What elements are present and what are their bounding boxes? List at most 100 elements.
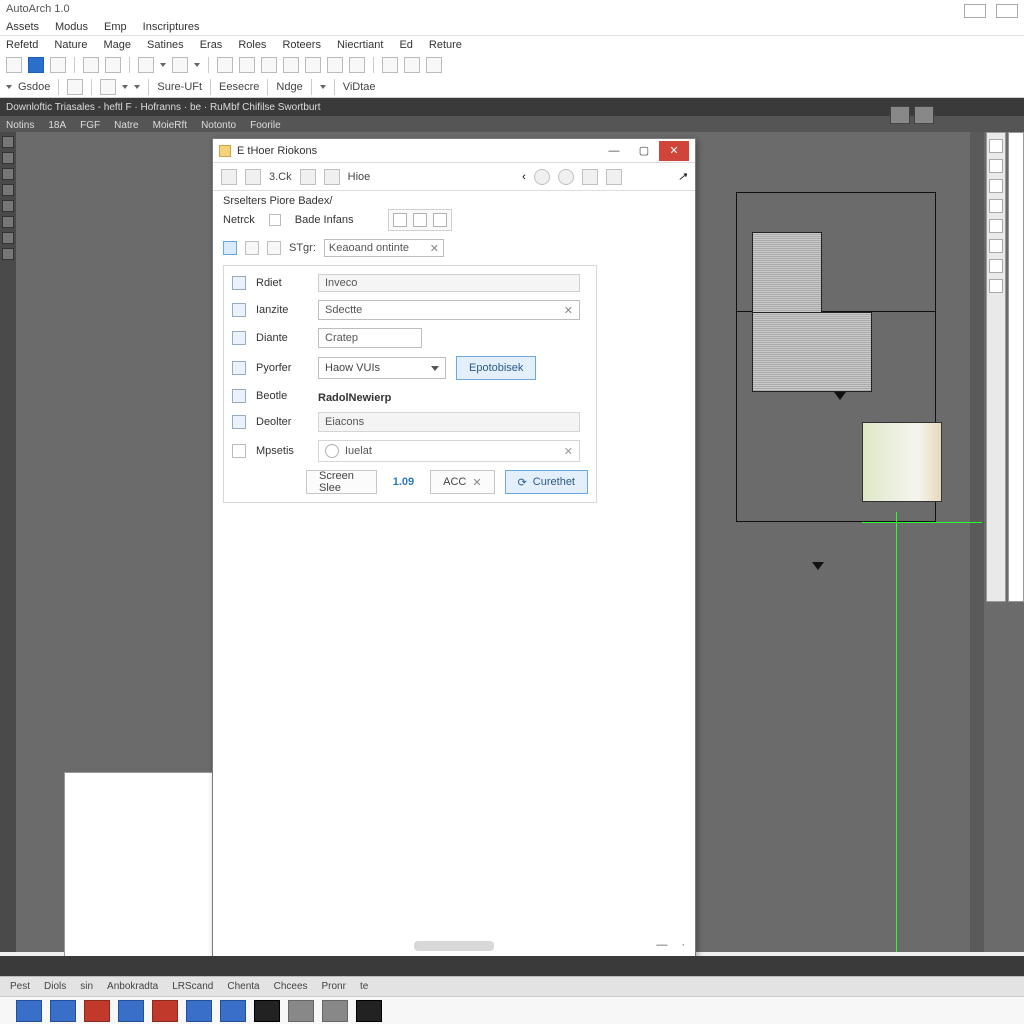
sheet-7[interactable]: Pronr [322,981,346,992]
tab-3[interactable]: Natre [114,120,138,131]
panel-drop[interactable] [134,85,140,89]
text-input-1[interactable]: Sdectte✕ [318,300,580,320]
tab-1[interactable]: 18A [48,120,66,131]
primary-button[interactable]: Epotobisek [456,356,536,380]
sheet-6[interactable]: Chcees [274,981,308,992]
rtool-icon[interactable] [989,159,1003,173]
menu-assets[interactable]: Assets [6,21,39,33]
filter-tab-icon[interactable] [245,241,259,255]
menu-modus[interactable]: Modus [55,21,88,33]
checkbox-icon[interactable] [232,444,246,458]
text-icon[interactable] [300,169,316,185]
sheet-2[interactable]: sin [80,981,93,992]
taskbar-app-icon[interactable] [118,1000,144,1022]
maximize-icon[interactable] [996,4,1018,18]
sheet-1[interactable]: Diols [44,981,66,992]
rtool-icon[interactable] [989,279,1003,293]
cat-r6[interactable]: Deolter [256,416,308,428]
tool-drop[interactable] [194,63,200,67]
tool-icon[interactable] [83,57,99,73]
sub-row-2[interactable]: Bade Infans [295,214,354,226]
tool-icon[interactable] [50,57,66,73]
tool-icon[interactable] [283,57,299,73]
cat-r3[interactable]: Diante [256,332,308,344]
vtool-icon[interactable] [2,168,14,180]
clear-icon[interactable]: ✕ [564,445,573,458]
menu2-5[interactable]: Roles [238,39,266,51]
tool-icon[interactable] [28,57,44,73]
dash-icon[interactable]: — [656,939,667,951]
consider-button[interactable]: ⟳ Curethet [505,470,588,494]
rtool-icon[interactable] [989,139,1003,153]
vtool-icon[interactable] [2,200,14,212]
taskbar-app-icon[interactable] [288,1000,314,1022]
arrow-icon[interactable] [413,213,427,227]
menu-inscriptures[interactable]: Inscriptures [143,21,200,33]
sheet-0[interactable]: Pest [10,981,30,992]
panel-drop[interactable] [122,85,128,89]
text-input-2[interactable]: Cratep [318,328,422,348]
sub-row-1[interactable]: Netrck [223,214,255,226]
taskbar-app-icon[interactable] [50,1000,76,1022]
vtool-icon[interactable] [2,152,14,164]
rtool-icon[interactable] [989,199,1003,213]
vtool-icon[interactable] [2,248,14,260]
menu2-3[interactable]: Satines [147,39,184,51]
tool-drop[interactable] [160,63,166,67]
sheet-5[interactable]: Chenta [227,981,259,992]
rtool-icon[interactable] [989,219,1003,233]
rtool-icon[interactable] [989,259,1003,273]
tab-5[interactable]: Notonto [201,120,236,131]
view-icon[interactable] [890,106,910,124]
tb-ndge[interactable]: Ndge [276,81,302,93]
tool-icon[interactable] [138,57,154,73]
chevron-left-icon[interactable]: ‹ [522,171,526,183]
menu2-2[interactable]: Mage [103,39,131,51]
sheet-3[interactable]: Anbokradta [107,981,158,992]
tab-4[interactable]: MoieRft [153,120,187,131]
dot-icon[interactable]: · [681,939,685,951]
tool-icon[interactable] [261,57,277,73]
option-row[interactable]: Iuelat ✕ [318,440,580,462]
menu2-6[interactable]: Roteers [282,39,321,51]
vtool-icon[interactable] [2,232,14,244]
taskbar-app-icon[interactable] [220,1000,246,1022]
tool-icon[interactable] [172,57,188,73]
arrow-icon[interactable] [393,213,407,227]
tb-esecre[interactable]: Eesecre [219,81,259,93]
taskbar-app-icon[interactable] [254,1000,280,1022]
cat-r1[interactable]: Rdiet [256,277,308,289]
taskbar-app-icon[interactable] [16,1000,42,1022]
vtool-icon[interactable] [2,136,14,148]
tool-icon[interactable] [382,57,398,73]
clear-icon[interactable]: ✕ [564,304,573,317]
tool-icon[interactable] [217,57,233,73]
filter-input[interactable]: Keaoand ontinte ✕ [324,239,444,257]
tool-icon[interactable] [100,79,116,95]
tool-icon[interactable] [426,57,442,73]
minimize-button[interactable]: — [599,141,629,161]
sheet-8[interactable]: te [360,981,368,992]
select-field[interactable]: Haow VUIs [318,357,446,379]
radio-icon[interactable] [325,444,339,458]
taskbar-app-icon[interactable] [356,1000,382,1022]
circle-icon[interactable] [558,169,574,185]
tool-icon[interactable] [349,57,365,73]
menu2-1[interactable]: Nature [54,39,87,51]
grid-icon[interactable] [582,169,598,185]
taskbar-app-icon[interactable] [186,1000,212,1022]
filter-tab-icon[interactable] [223,241,237,255]
filter-tab-icon[interactable] [267,241,281,255]
a-icon[interactable] [324,169,340,185]
tab-2[interactable]: FGF [80,120,100,131]
acc-button[interactable]: ACC✕ [430,470,494,494]
taskbar-app-icon[interactable] [84,1000,110,1022]
tool-icon[interactable] [239,57,255,73]
tb-sureuft[interactable]: Sure-UFt [157,81,202,93]
tab-6[interactable]: Foorile [250,120,281,131]
rtool-icon[interactable] [989,239,1003,253]
layout-icon[interactable] [606,169,622,185]
doc-icon[interactable] [245,169,261,185]
sheet-4[interactable]: LRScand [172,981,213,992]
tab-0[interactable]: Notins [6,120,34,131]
